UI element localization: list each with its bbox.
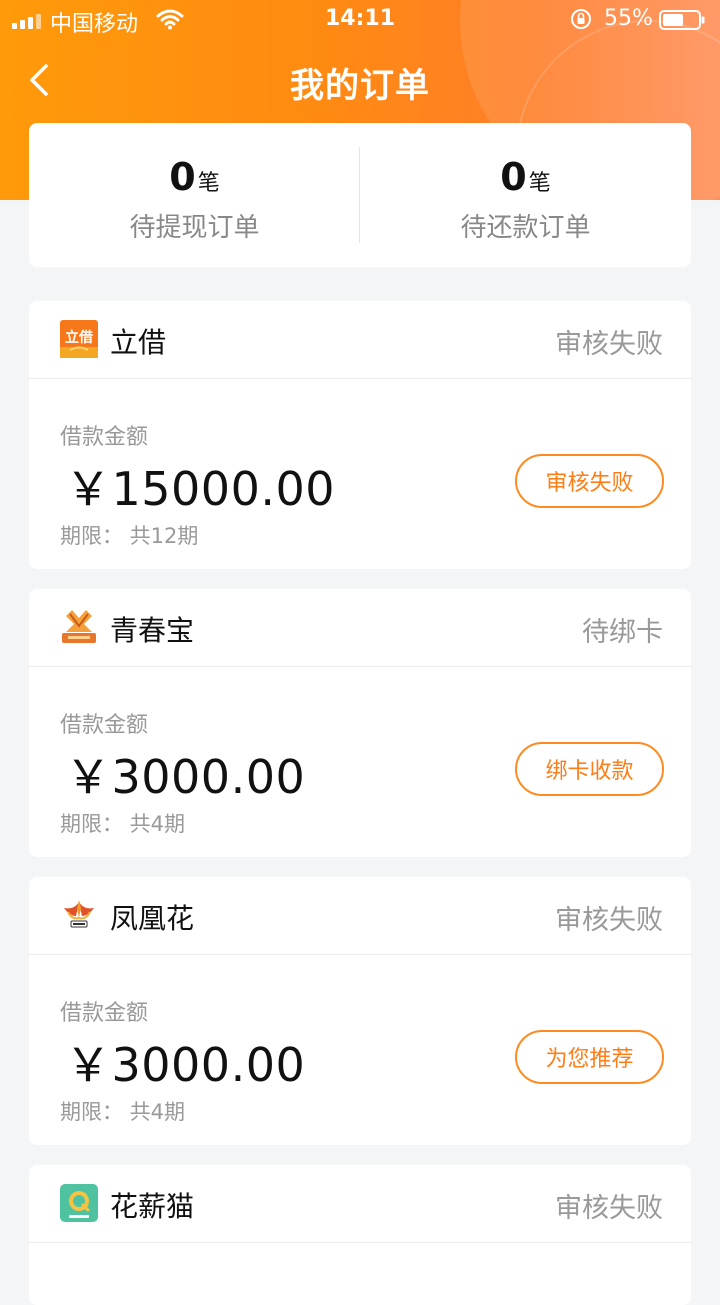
order-status: 审核失败 (555, 905, 663, 936)
review-failed-button[interactable]: 审核失败 (515, 454, 664, 508)
nav-bar: 我的订单 (0, 40, 720, 120)
order-status: 待绑卡 (582, 617, 663, 648)
summary-divider (359, 147, 360, 243)
loan-amount: ￥3000.00 (65, 1038, 306, 1092)
order-status: 审核失败 (555, 1193, 663, 1224)
order-header: 青春宝 待绑卡 (29, 589, 691, 667)
page-title: 我的订单 (290, 66, 430, 106)
pending-repay-summary[interactable]: 0笔 待还款订单 (360, 123, 691, 267)
cat-logo-icon (60, 1184, 98, 1222)
lender-name: 凤凰花 (110, 902, 195, 935)
order-header: 立借 立借 审核失败 (29, 301, 691, 379)
recommend-button[interactable]: 为您推荐 (515, 1030, 664, 1084)
order-card[interactable]: 青春宝 待绑卡 借款金额 ￥3000.00 期限： 共4期 绑卡收款 (29, 589, 691, 857)
phoenix-logo-icon (64, 900, 94, 928)
battery-percent: 55% (604, 6, 653, 31)
status-bar: 中国移动 14:11 55% (0, 0, 720, 40)
pending-withdraw-summary[interactable]: 0笔 待提现订单 (29, 123, 360, 267)
loan-amount: ￥15000.00 (65, 462, 335, 516)
order-body: 借款金额 ￥15000.00 期限： 共12期 审核失败 (29, 379, 691, 569)
loan-amount: ￥3000.00 (65, 750, 306, 804)
lijie-logo-icon: 立借 (60, 320, 98, 358)
loan-term: 期限： 共4期 (60, 1100, 186, 1124)
lender-name: 青春宝 (110, 614, 195, 647)
pending-repay-count: 0 (500, 155, 527, 199)
qingchunbao-logo-icon (62, 610, 96, 643)
bind-card-button[interactable]: 绑卡收款 (515, 742, 664, 796)
pending-withdraw-unit: 笔 (197, 171, 220, 196)
amount-label: 借款金额 (60, 425, 149, 450)
pending-repay-label: 待还款订单 (460, 213, 591, 243)
order-card[interactable]: 立借 立借 审核失败 借款金额 ￥15000.00 期限： 共12期 审核失败 (29, 301, 691, 569)
order-body: 借款金额 ￥3000.00 期限： 共4期 为您推荐 (29, 955, 691, 1145)
lender-name: 花薪猫 (110, 1190, 195, 1223)
rotation-lock-icon (571, 9, 591, 29)
order-body: 借款金额 ￥3000.00 期限： 共4期 绑卡收款 (29, 667, 691, 857)
pending-withdraw-label: 待提现订单 (129, 213, 260, 243)
lender-name: 立借 (110, 326, 167, 359)
order-card[interactable]: 凤凰花 审核失败 借款金额 ￥3000.00 期限： 共4期 为您推荐 (29, 877, 691, 1145)
amount-label: 借款金额 (60, 713, 149, 738)
battery-icon (659, 10, 705, 30)
loan-term: 期限： 共4期 (60, 812, 186, 836)
pending-repay-unit: 笔 (528, 171, 551, 196)
pending-withdraw-count: 0 (169, 155, 196, 199)
amount-label: 借款金额 (60, 1001, 149, 1026)
order-header: 花薪猫 审核失败 (29, 1165, 691, 1243)
order-summary-card: 0笔 待提现订单 0笔 待还款订单 (29, 123, 691, 267)
order-header: 凤凰花 审核失败 (29, 877, 691, 955)
loan-term: 期限： 共12期 (60, 524, 199, 548)
order-status: 审核失败 (555, 329, 663, 360)
order-card[interactable]: 花薪猫 审核失败 (29, 1165, 691, 1305)
svg-text:立借: 立借 (65, 329, 93, 346)
